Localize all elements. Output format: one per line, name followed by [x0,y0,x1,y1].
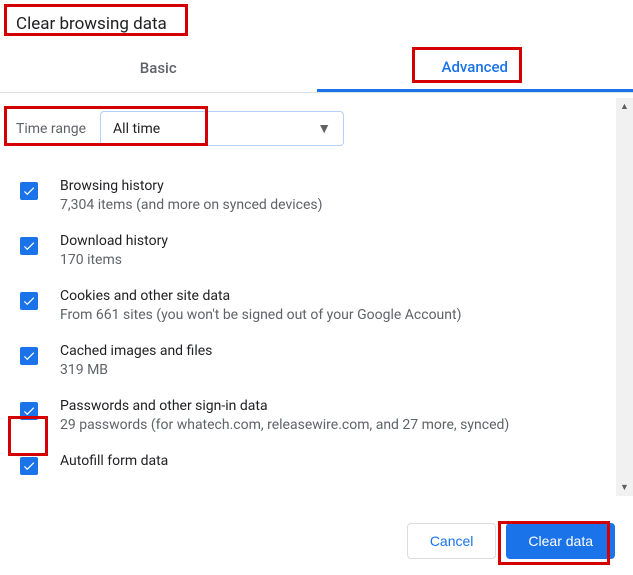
tab-basic[interactable]: Basic [0,44,317,92]
scroll-up-icon[interactable]: ▲ [616,98,633,115]
checkbox-autofill[interactable] [20,457,38,475]
dialog-title: Clear browsing data [0,0,633,44]
time-range-label: Time range [16,121,86,137]
item-subtitle: From 661 sites (you won't be signed out … [60,307,617,323]
item-subtitle: 319 MB [60,362,617,378]
dialog-footer: Cancel Clear data [0,507,633,575]
time-range-value: All time [113,121,160,137]
item-title: Cookies and other site data [60,288,617,304]
scroll-down-icon[interactable]: ▼ [616,479,633,496]
list-item: Autofill form data [16,443,617,485]
item-title: Autofill form data [60,453,617,469]
check-icon [22,239,36,253]
chevron-down-icon: ▼ [317,120,331,137]
list-item: Passwords and other sign-in data 29 pass… [16,388,617,443]
check-icon [22,294,36,308]
time-range-select[interactable]: All time ▼ [100,111,344,146]
check-icon [22,404,36,418]
item-title: Passwords and other sign-in data [60,398,617,414]
tab-advanced[interactable]: Advanced [317,44,633,92]
list-item: Browsing history 7,304 items (and more o… [16,168,617,223]
item-subtitle: 29 passwords (for whatech.com, releasewi… [60,417,617,433]
check-icon [22,184,36,198]
item-title: Download history [60,233,617,249]
list-item: Cookies and other site data From 661 sit… [16,278,617,333]
clear-data-button[interactable]: Clear data [506,523,615,559]
tabs: Basic Advanced [0,44,633,92]
time-range-row: Time range All time ▼ [16,111,617,146]
item-title: Browsing history [60,178,617,194]
check-icon [22,349,36,363]
content-area: Time range All time ▼ Browsing history 7… [0,93,633,493]
list-item: Cached images and files 319 MB [16,333,617,388]
checkbox-cached[interactable] [20,347,38,365]
list-item: Download history 170 items [16,223,617,278]
scrollbar[interactable]: ▲ ▼ [616,98,633,496]
cancel-button[interactable]: Cancel [407,523,497,559]
item-subtitle: 7,304 items (and more on synced devices) [60,197,617,213]
checkbox-browsing-history[interactable] [20,182,38,200]
checkbox-download-history[interactable] [20,237,38,255]
checkbox-passwords[interactable] [20,402,38,420]
item-title: Cached images and files [60,343,617,359]
item-subtitle: 170 items [60,252,617,268]
checkbox-cookies[interactable] [20,292,38,310]
check-icon [22,459,36,473]
